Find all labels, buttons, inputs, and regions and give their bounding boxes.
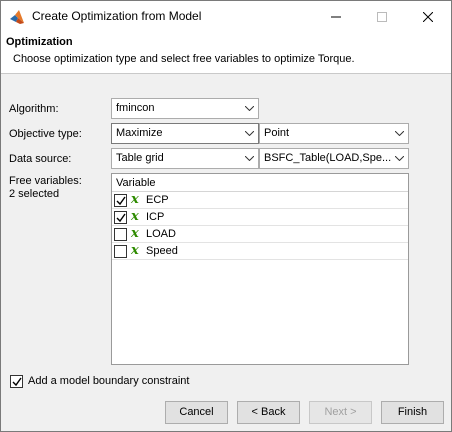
minimize-icon: [331, 16, 341, 18]
variables-table: Variable x ECP x ICP x LOAD x Speed: [111, 173, 409, 365]
finish-button[interactable]: Finish: [381, 401, 444, 424]
table-row[interactable]: x Speed: [112, 243, 408, 260]
chevron-down-icon: [241, 99, 258, 118]
objective-mode-dropdown[interactable]: Point: [259, 123, 409, 144]
checkmark-icon: [12, 377, 22, 387]
chevron-down-icon: [391, 149, 408, 168]
header-description: Choose optimization type and select free…: [13, 53, 355, 65]
ecp-checkbox[interactable]: [114, 194, 127, 207]
load-checkbox[interactable]: [114, 228, 127, 241]
data-table-dropdown[interactable]: BSFC_Table(LOAD,Spe...: [259, 148, 409, 169]
data-source-label: Data source:: [9, 153, 72, 165]
table-row[interactable]: x ICP: [112, 209, 408, 226]
maximize-icon: [377, 12, 387, 22]
variable-name: ICP: [146, 211, 165, 223]
maximize-button[interactable]: [359, 1, 405, 32]
variable-column-header: Variable: [116, 177, 156, 189]
x-variable-icon: x: [131, 243, 139, 258]
data-table-value: BSFC_Table(LOAD,Spe...: [264, 152, 392, 164]
data-source-dropdown[interactable]: Table grid: [111, 148, 259, 169]
minimize-button[interactable]: [313, 1, 359, 32]
table-row[interactable]: x LOAD: [112, 226, 408, 243]
chevron-down-icon: [241, 124, 258, 143]
icp-checkbox[interactable]: [114, 211, 127, 224]
matlab-app-icon: [10, 10, 24, 24]
algorithm-dropdown[interactable]: fmincon: [111, 98, 259, 119]
table-row[interactable]: x ECP: [112, 192, 408, 209]
x-variable-icon: x: [131, 192, 139, 207]
algorithm-value: fmincon: [116, 102, 155, 114]
variable-name: ECP: [146, 194, 169, 206]
data-source-value: Table grid: [116, 152, 164, 164]
free-variables-label: Free variables:: [9, 175, 82, 187]
objective-type-label: Objective type:: [9, 128, 82, 140]
dialog-window: Create Optimization from Model Optimizat…: [0, 0, 452, 432]
back-button[interactable]: < Back: [237, 401, 300, 424]
window-title: Create Optimization from Model: [32, 9, 202, 23]
objective-type-dropdown[interactable]: Maximize: [111, 123, 259, 144]
boundary-constraint-checkbox[interactable]: [10, 375, 23, 388]
free-variables-count: 2 selected: [9, 188, 60, 200]
checkmark-icon: [116, 196, 126, 206]
x-variable-icon: x: [131, 226, 139, 241]
x-variable-icon: x: [131, 209, 139, 224]
algorithm-label: Algorithm:: [9, 103, 59, 115]
cancel-button[interactable]: Cancel: [165, 401, 228, 424]
variable-name: Speed: [146, 245, 178, 257]
close-icon: [423, 12, 433, 22]
checkmark-icon: [116, 213, 126, 223]
variables-table-header: Variable: [112, 174, 408, 192]
next-button[interactable]: Next >: [309, 401, 372, 424]
boundary-constraint-label[interactable]: Add a model boundary constraint: [28, 375, 189, 387]
title-bar: Create Optimization from Model: [1, 1, 451, 32]
close-button[interactable]: [405, 1, 451, 32]
objective-type-value: Maximize: [116, 127, 163, 139]
chevron-down-icon: [241, 149, 258, 168]
objective-mode-value: Point: [264, 127, 290, 139]
chevron-down-icon: [391, 124, 408, 143]
header-panel: Optimization Choose optimization type an…: [1, 32, 451, 74]
variable-name: LOAD: [146, 228, 176, 240]
speed-checkbox[interactable]: [114, 245, 127, 258]
header-title: Optimization: [6, 36, 73, 48]
